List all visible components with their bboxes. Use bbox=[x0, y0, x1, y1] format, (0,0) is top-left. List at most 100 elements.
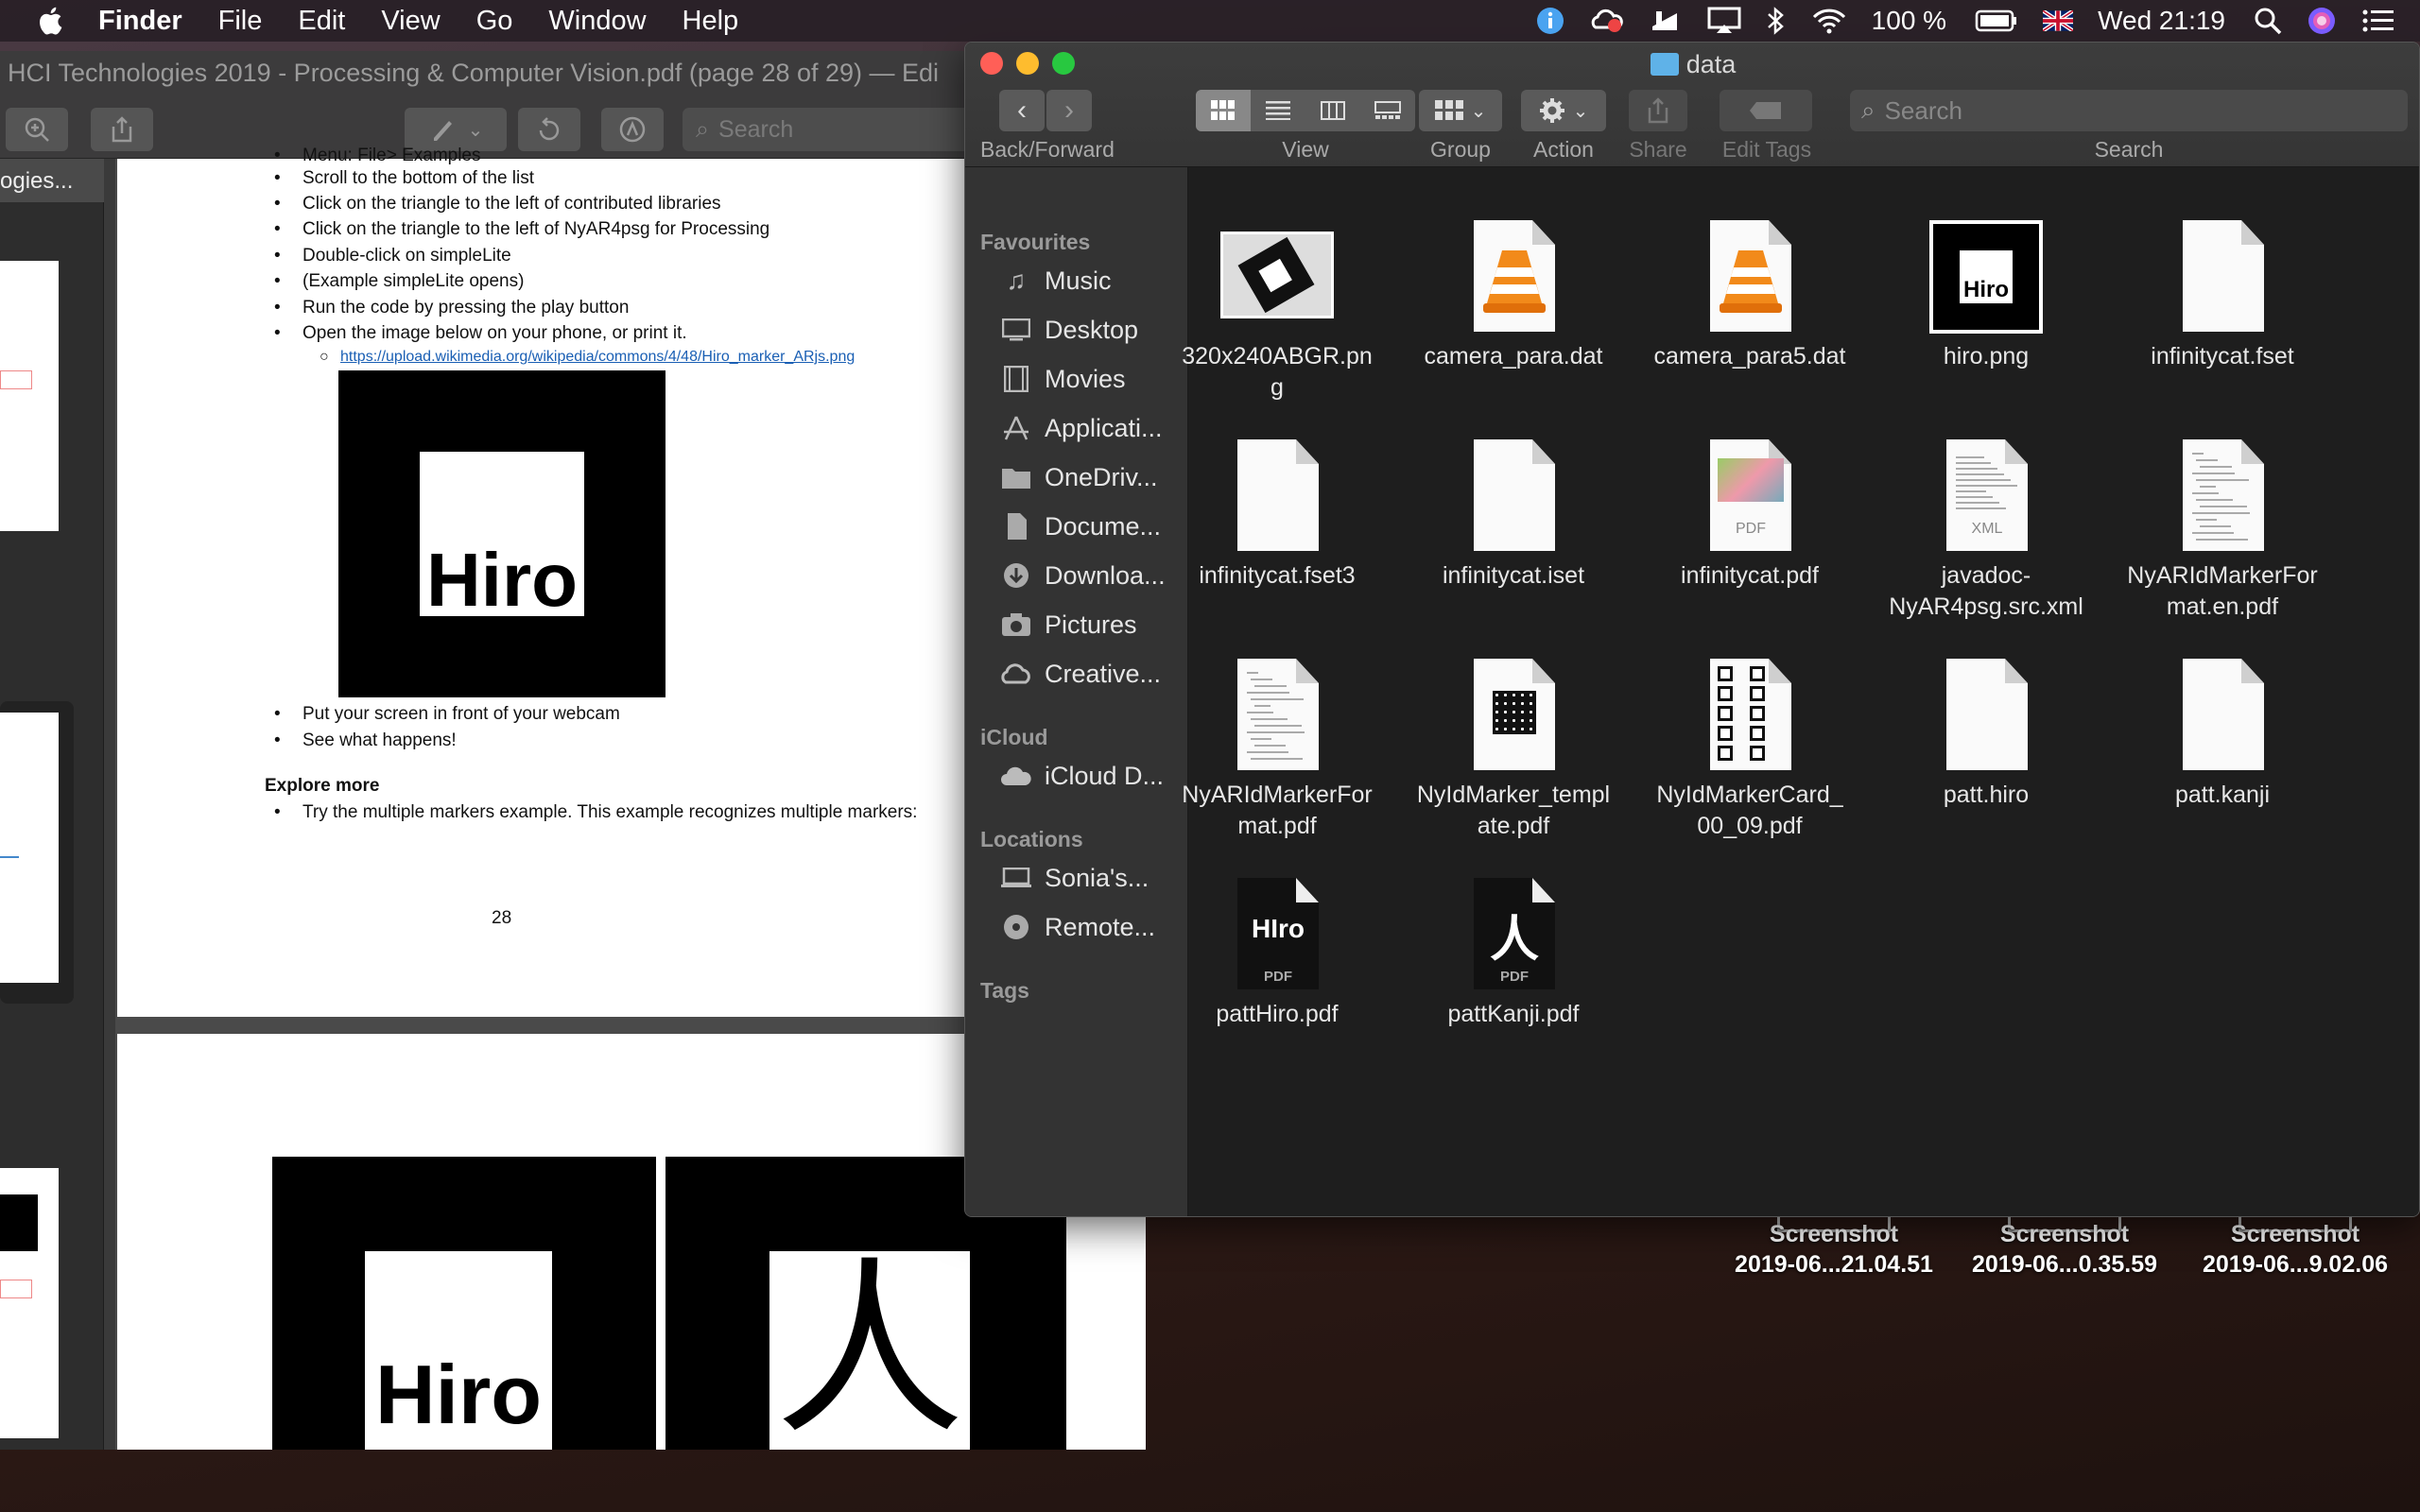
menu-app-finder[interactable]: Finder bbox=[98, 6, 182, 37]
sidebar-item-onedrive[interactable]: OneDriv... bbox=[999, 458, 1184, 496]
file-icon bbox=[1220, 659, 1334, 772]
file-name: pattHiro.pdf bbox=[1216, 1001, 1339, 1027]
file-name: 320x240ABGR.pn bbox=[1182, 343, 1373, 369]
file-name-line2: NyAR4psg.src.xml bbox=[1889, 593, 2083, 620]
sidebar-item-computer[interactable]: Sonia's... bbox=[999, 859, 1184, 897]
file-item[interactable]: patt.kanji bbox=[2109, 659, 2336, 811]
zoom-in-button[interactable] bbox=[6, 108, 68, 151]
group-button[interactable]: ⌄ bbox=[1419, 90, 1502, 131]
sidebar-item-movies[interactable]: Movies bbox=[999, 360, 1184, 398]
sidebar-item-creative-cloud[interactable]: Creative... bbox=[999, 655, 1184, 693]
marker-card bbox=[1718, 706, 1733, 721]
finder-toolbar: data ‹ › Back/Forward View ⌄ Group ⌄ Act… bbox=[965, 43, 2419, 167]
forward-button[interactable]: › bbox=[1046, 90, 1092, 131]
marker-card bbox=[1718, 726, 1733, 741]
file-name: NyARIdMarkerFor bbox=[2127, 562, 2318, 589]
file-item[interactable]: infinitycat.fset3 bbox=[1164, 439, 1391, 592]
download-icon bbox=[999, 561, 1033, 590]
sidebar-item-applications[interactable]: Applicati... bbox=[999, 409, 1184, 447]
wifi-icon[interactable] bbox=[1811, 7, 1847, 35]
file-item[interactable]: NyIdMarker_templ ate.pdf bbox=[1400, 659, 1627, 842]
finder-file-grid[interactable]: 320x240ABGR.pn g camera_para.dat camera_par… bbox=[1182, 167, 2419, 1216]
finder-window[interactable]: data ‹ › Back/Forward View ⌄ Group ⌄ Act… bbox=[964, 42, 2420, 1217]
gallery-view-button[interactable] bbox=[1360, 101, 1415, 120]
text-line bbox=[1956, 490, 1986, 492]
finder-search-input[interactable]: ⌕ Search bbox=[1850, 90, 2408, 131]
uk-flag-icon[interactable] bbox=[2043, 10, 2074, 31]
desktop-file-screenshot[interactable]: Screenshot 2019-06...9.02.06 bbox=[2182, 1219, 2409, 1280]
menu-file[interactable]: File bbox=[218, 6, 263, 37]
file-item[interactable]: HIro PDF pattHiro.pdf bbox=[1164, 878, 1391, 1030]
menubar-clock[interactable]: Wed 21:19 bbox=[2098, 6, 2225, 36]
gear-icon bbox=[1539, 98, 1564, 123]
bluetooth-icon[interactable] bbox=[1766, 7, 1787, 35]
marker-link[interactable]: ○ https://upload.wikimedia.org/wikipedia/… bbox=[320, 349, 855, 366]
file-item[interactable]: Hiro hiro.png bbox=[1873, 220, 2100, 372]
file-item[interactable]: 320x240ABGR.pn g bbox=[1164, 220, 1391, 404]
rotate-button[interactable] bbox=[518, 108, 580, 151]
sidebar-item-music[interactable]: ♫ Music bbox=[999, 262, 1184, 300]
page-thumbnail[interactable] bbox=[0, 1168, 59, 1438]
file-item[interactable]: PDF infinitycat.pdf bbox=[1636, 439, 1863, 592]
annotate-button[interactable] bbox=[601, 108, 664, 151]
icon-view-button[interactable] bbox=[1196, 90, 1251, 131]
menu-window[interactable]: Window bbox=[548, 6, 646, 37]
spotlight-search-icon[interactable] bbox=[2254, 7, 2282, 35]
folder-icon bbox=[1650, 53, 1679, 76]
file-item[interactable]: camera_para.dat bbox=[1400, 220, 1627, 372]
desktop-file-screenshot[interactable]: Screenshot 2019-06...21.04.51 bbox=[1720, 1219, 1947, 1280]
creative-cloud-icon[interactable] bbox=[1590, 7, 1624, 35]
column-view-button[interactable] bbox=[1305, 101, 1360, 120]
sidebar-item-icloud-drive[interactable]: iCloud D... bbox=[999, 757, 1184, 795]
sidebar-item-pictures[interactable]: Pictures bbox=[999, 606, 1184, 644]
apple-menu-icon[interactable] bbox=[36, 5, 68, 37]
file-item[interactable]: infinitycat.iset bbox=[1400, 439, 1627, 592]
share-button[interactable] bbox=[91, 108, 153, 151]
notification-center-icon[interactable] bbox=[2361, 8, 2395, 34]
action-button[interactable]: ⌄ bbox=[1521, 90, 1606, 131]
text-line bbox=[1247, 692, 1289, 694]
menu-go[interactable]: Go bbox=[476, 6, 513, 37]
list-view-button[interactable] bbox=[1251, 101, 1305, 120]
page-thumbnail[interactable] bbox=[0, 261, 59, 531]
edit-tags-label: Edit Tags bbox=[1721, 137, 1812, 162]
battery-icon[interactable] bbox=[1975, 9, 2018, 33]
hiro-marker-inner: Hiro bbox=[365, 1251, 552, 1450]
file-icon: Hiro bbox=[1929, 220, 2043, 334]
edit-tags-button[interactable] bbox=[1720, 90, 1812, 131]
cloud-icon bbox=[999, 762, 1033, 790]
info-icon[interactable] bbox=[1535, 6, 1565, 36]
file-item[interactable]: XML javadoc- NyAR4psg.src.xml bbox=[1873, 439, 2100, 623]
airplay-icon[interactable] bbox=[1707, 7, 1741, 35]
file-item[interactable]: camera_para5.dat bbox=[1636, 220, 1863, 372]
menu-help[interactable]: Help bbox=[683, 6, 739, 37]
text-line bbox=[1956, 479, 2011, 481]
page-thumbnail-selected[interactable] bbox=[0, 713, 59, 983]
text-line bbox=[1251, 698, 1304, 700]
hiro-marker-image: Hiro bbox=[272, 1157, 656, 1450]
desktop-file-screenshot[interactable]: Screenshot 2019-06...0.35.59 bbox=[1951, 1219, 2178, 1280]
file-item[interactable]: infinitycat.fset bbox=[2109, 220, 2336, 372]
file-item[interactable]: patt.hiro bbox=[1873, 659, 2100, 811]
documents-icon bbox=[999, 512, 1033, 541]
file-item[interactable]: NyIdMarkerCard_ 00_09.pdf bbox=[1636, 659, 1863, 842]
share-button[interactable] bbox=[1629, 90, 1687, 131]
file-item[interactable]: NyARIdMarkerFor mat.pdf bbox=[1164, 659, 1391, 842]
preview-thumbnail-sidebar[interactable]: ogies... bbox=[0, 159, 104, 1450]
file-item[interactable]: 人 PDF pattKanji.pdf bbox=[1400, 878, 1627, 1030]
page-number: 28 bbox=[492, 908, 512, 928]
sidebar-item-downloads[interactable]: Downloa... bbox=[999, 557, 1184, 594]
sidebar-item-remote-disc[interactable]: Remote... bbox=[999, 908, 1184, 946]
file-item[interactable]: NyARIdMarkerFor mat.en.pdf bbox=[2109, 439, 2336, 623]
preview-search-placeholder: Search bbox=[718, 115, 794, 143]
text-line bbox=[2200, 486, 2216, 488]
text-line bbox=[2196, 519, 2217, 521]
sidebar-item-desktop[interactable]: Desktop bbox=[999, 311, 1184, 349]
onedrive-icon[interactable] bbox=[1649, 8, 1683, 34]
thumbnail-highlight bbox=[0, 1280, 32, 1298]
siri-icon[interactable] bbox=[2307, 6, 2337, 36]
menu-view[interactable]: View bbox=[381, 6, 440, 37]
sidebar-item-documents[interactable]: Docume... bbox=[999, 507, 1184, 545]
back-button[interactable]: ‹ bbox=[999, 90, 1045, 131]
menu-edit[interactable]: Edit bbox=[298, 6, 345, 37]
